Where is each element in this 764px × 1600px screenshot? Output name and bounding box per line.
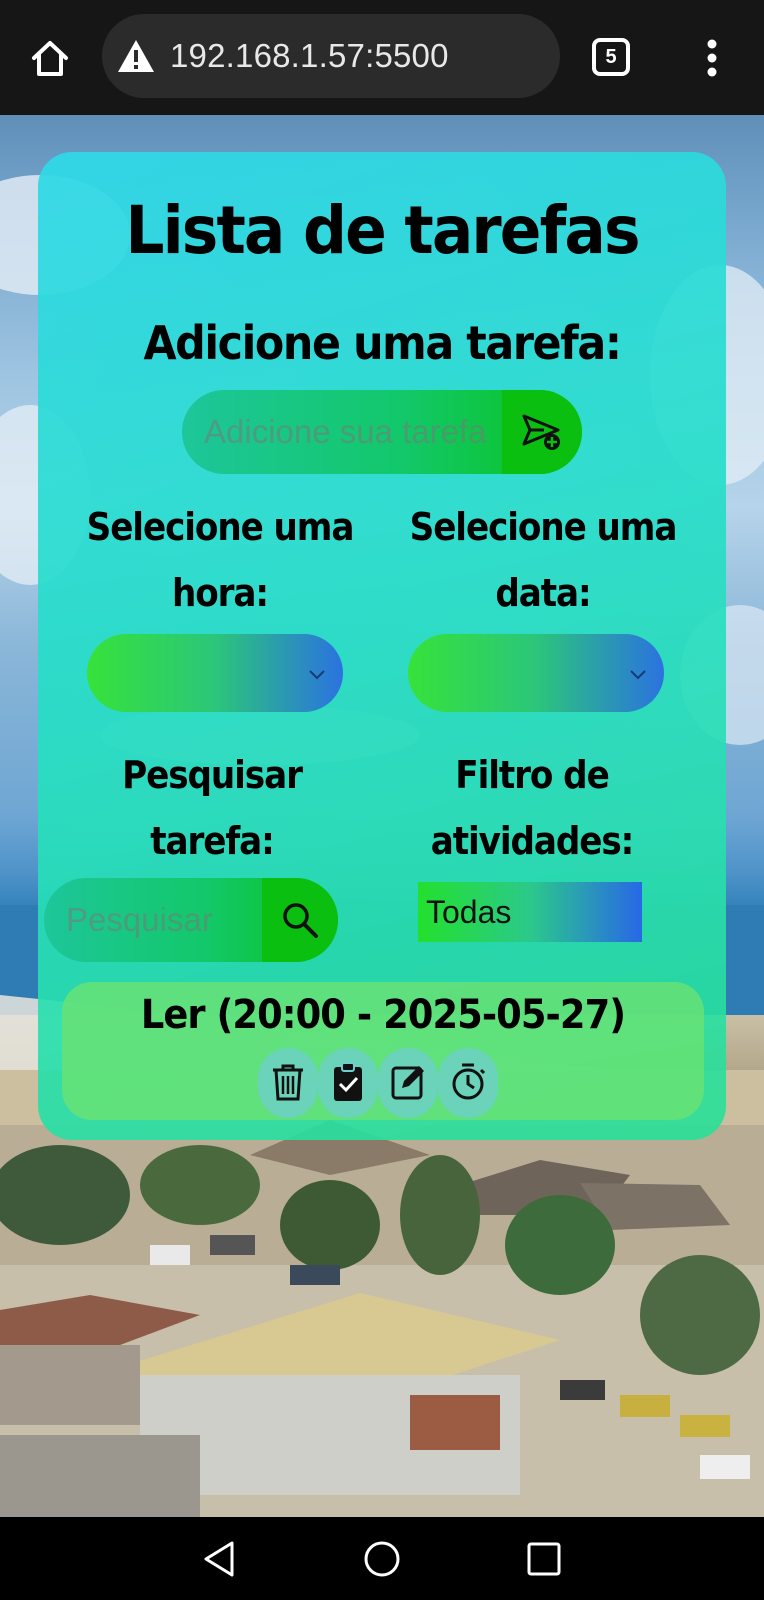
search-form [44,878,338,962]
page-title: Lista de tarefas [125,192,640,269]
browser-toolbar: 192.168.1.57:5500 5 [0,0,764,115]
schedule-task-button[interactable] [438,1048,498,1118]
search-label-line1: Pesquisar [122,753,303,797]
complete-task-button[interactable] [318,1048,378,1118]
search-icon [283,903,318,938]
system-nav-bar [0,1517,764,1600]
search-label: Pesquisar tarefa: [77,742,347,874]
home-icon[interactable] [28,36,72,80]
hour-label: Selecione uma hora: [85,494,355,626]
alarm-icon [452,1063,486,1100]
delete-task-button[interactable] [258,1048,318,1118]
trash-icon [273,1064,303,1101]
send-add-icon [522,414,560,450]
edit-task-button[interactable] [378,1048,438,1118]
task-item: Ler (20:00 - 2025-05-27) [62,982,704,1120]
more-vert-icon[interactable] [700,36,724,80]
search-input[interactable] [44,878,262,962]
search-button[interactable] [262,878,338,962]
date-label-line2: data: [495,571,591,615]
filter-label-line1: Filtro de [455,753,609,797]
filter-select[interactable]: Todas [418,882,642,942]
tabs-button[interactable]: 5 [592,38,630,76]
address-bar[interactable]: 192.168.1.57:5500 [102,14,560,98]
date-label: Selecione uma data: [408,494,678,626]
chevron-down-icon [630,670,646,680]
filter-label-line2: atividades: [430,819,635,863]
filter-label: Filtro de atividades: [397,742,667,874]
home-circle-icon[interactable] [362,1539,402,1579]
url-text: 192.168.1.57:5500 [170,37,449,74]
add-task-form [182,390,582,474]
task-text: Ler (20:00 - 2025-05-27) [140,992,626,1038]
hour-label-line2: hora: [171,571,269,615]
hour-select[interactable] [87,634,343,712]
search-label-line2: tarefa: [150,819,275,863]
date-select[interactable] [408,634,664,712]
back-icon[interactable] [200,1539,240,1579]
clipboard-check-icon [334,1062,362,1101]
date-label-line1: Selecione uma [409,505,678,549]
hour-label-line1: Selecione uma [86,505,355,549]
warning-icon[interactable] [116,38,156,74]
add-task-input[interactable] [182,390,502,474]
recents-icon[interactable] [524,1539,564,1579]
chevron-down-icon [309,670,325,680]
edit-icon [391,1066,424,1100]
add-task-button[interactable] [502,390,582,474]
add-task-heading: Adicione uma tarefa: [143,316,621,370]
